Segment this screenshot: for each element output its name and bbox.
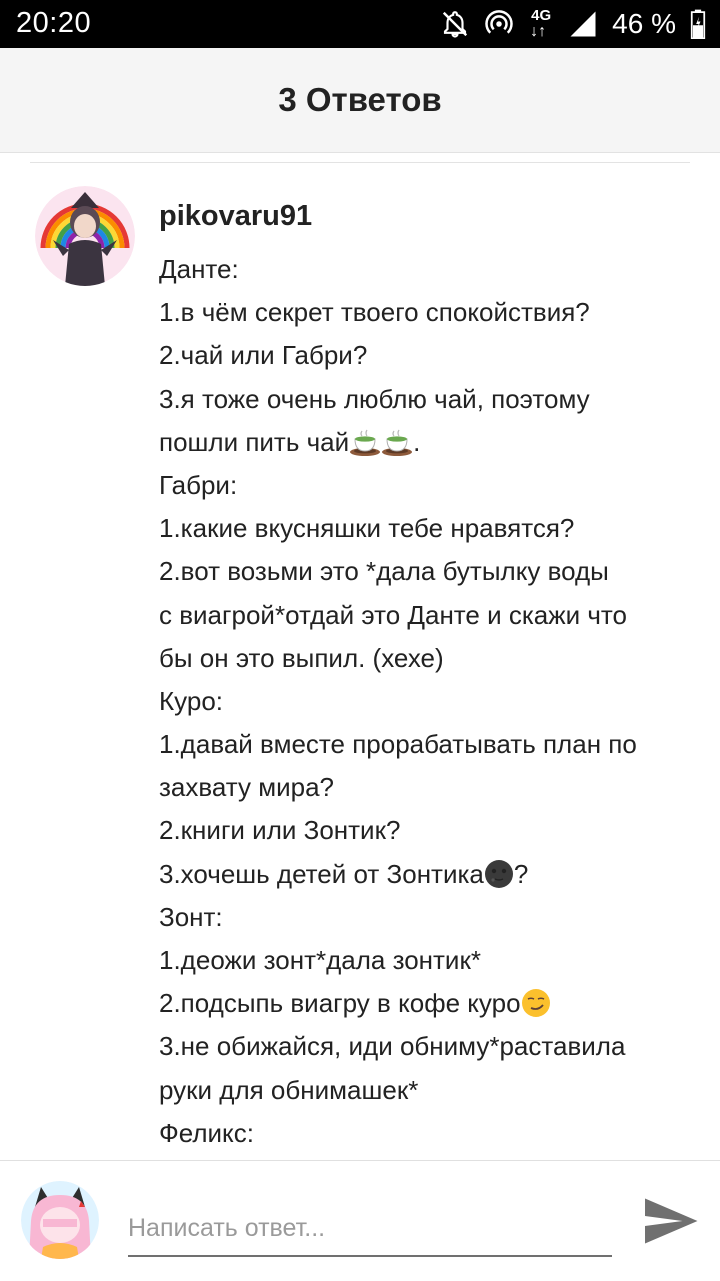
network-4g-icon: 4G ↓↑ — [528, 6, 554, 42]
comment-line: захвату мира? — [159, 772, 334, 803]
comment-line: 3.я тоже очень люблю чай, поэтому — [159, 383, 590, 414]
hotspot-icon — [485, 10, 513, 34]
divider — [30, 162, 690, 163]
notifications-off-icon — [443, 11, 468, 38]
comment-line: 1.в чём секрет твоего спокойствия? — [159, 297, 590, 328]
comment-line-text: 3.хочешь детей от Зонтика — [159, 858, 484, 889]
data-arrows-icon: ↓↑ — [530, 23, 547, 40]
send-icon — [645, 1198, 698, 1244]
comment-line-tail: . — [413, 426, 421, 457]
network-type-label: 4G — [531, 7, 552, 24]
comment-author[interactable]: pikovaru91 — [159, 200, 312, 233]
battery-percent: 46 % — [612, 8, 676, 39]
send-button[interactable] — [640, 1191, 700, 1251]
comment-line-tail: ? — [513, 858, 529, 889]
status-bar: 20:20 4G ↓↑ 46 % — [0, 0, 720, 48]
user-avatar[interactable] — [21, 1181, 99, 1259]
comment-line: Зонт: — [159, 901, 223, 932]
reply-input[interactable] — [128, 1201, 612, 1257]
comment-line: 1.деожи зонт*дала зонтик* — [159, 945, 481, 975]
author-avatar[interactable] — [35, 186, 135, 286]
comment-line: 3.хочешь детей от Зонтика ? — [159, 853, 704, 896]
comment-line: 1.какие вкусняшки тебе нравятся? — [159, 513, 575, 544]
comment-line: Данте: — [159, 254, 239, 284]
comment-line-text: пошли пить чай — [159, 426, 350, 457]
app-header: 3 Ответов — [0, 48, 720, 153]
comment-line: с виагрой*отдай это Данте и скажи что — [159, 599, 628, 630]
teacup-emoji-icon — [382, 429, 413, 456]
comment-line: руки для обнимашек* — [159, 1074, 419, 1105]
comment-line: 2.чай или Габри? — [159, 340, 368, 371]
smirking-face-emoji-icon — [521, 989, 550, 1018]
comment-line: пошли пить чай . — [159, 421, 704, 464]
signal-icon — [570, 11, 596, 37]
new-moon-face-emoji-icon — [484, 859, 513, 888]
comment-line: 2.книги или Зонтик? — [159, 815, 401, 846]
comment-line: Габри: — [159, 469, 238, 500]
status-icons: 4G ↓↑ 46 % — [440, 6, 706, 42]
comment-line-text: 2.подсыпь виагру в кофе куро — [159, 988, 521, 1019]
comment-line: 1.давай вместе прорабатывать план по — [159, 729, 637, 760]
page-title: 3 Ответов — [278, 81, 442, 118]
comment-line: Куро: — [159, 685, 223, 716]
comment-line: 3.не обижайся, иди обниму*раставила — [159, 1031, 626, 1062]
comment-line: 2.вот возьми это *дала бутылку воды — [159, 556, 609, 587]
comment-body: Данте: 1.в чём секрет твоего спокойствия… — [159, 248, 704, 1155]
comment-line: Феликс: — [159, 1117, 254, 1148]
status-time: 20:20 — [16, 7, 92, 39]
teacup-emoji-icon — [350, 429, 381, 456]
battery-icon — [690, 9, 706, 39]
reply-bar — [0, 1160, 720, 1281]
comment-line: бы он это выпил. (хехе) — [159, 642, 444, 673]
comment-line: 2.подсыпь виагру в кофе куро — [159, 982, 704, 1025]
